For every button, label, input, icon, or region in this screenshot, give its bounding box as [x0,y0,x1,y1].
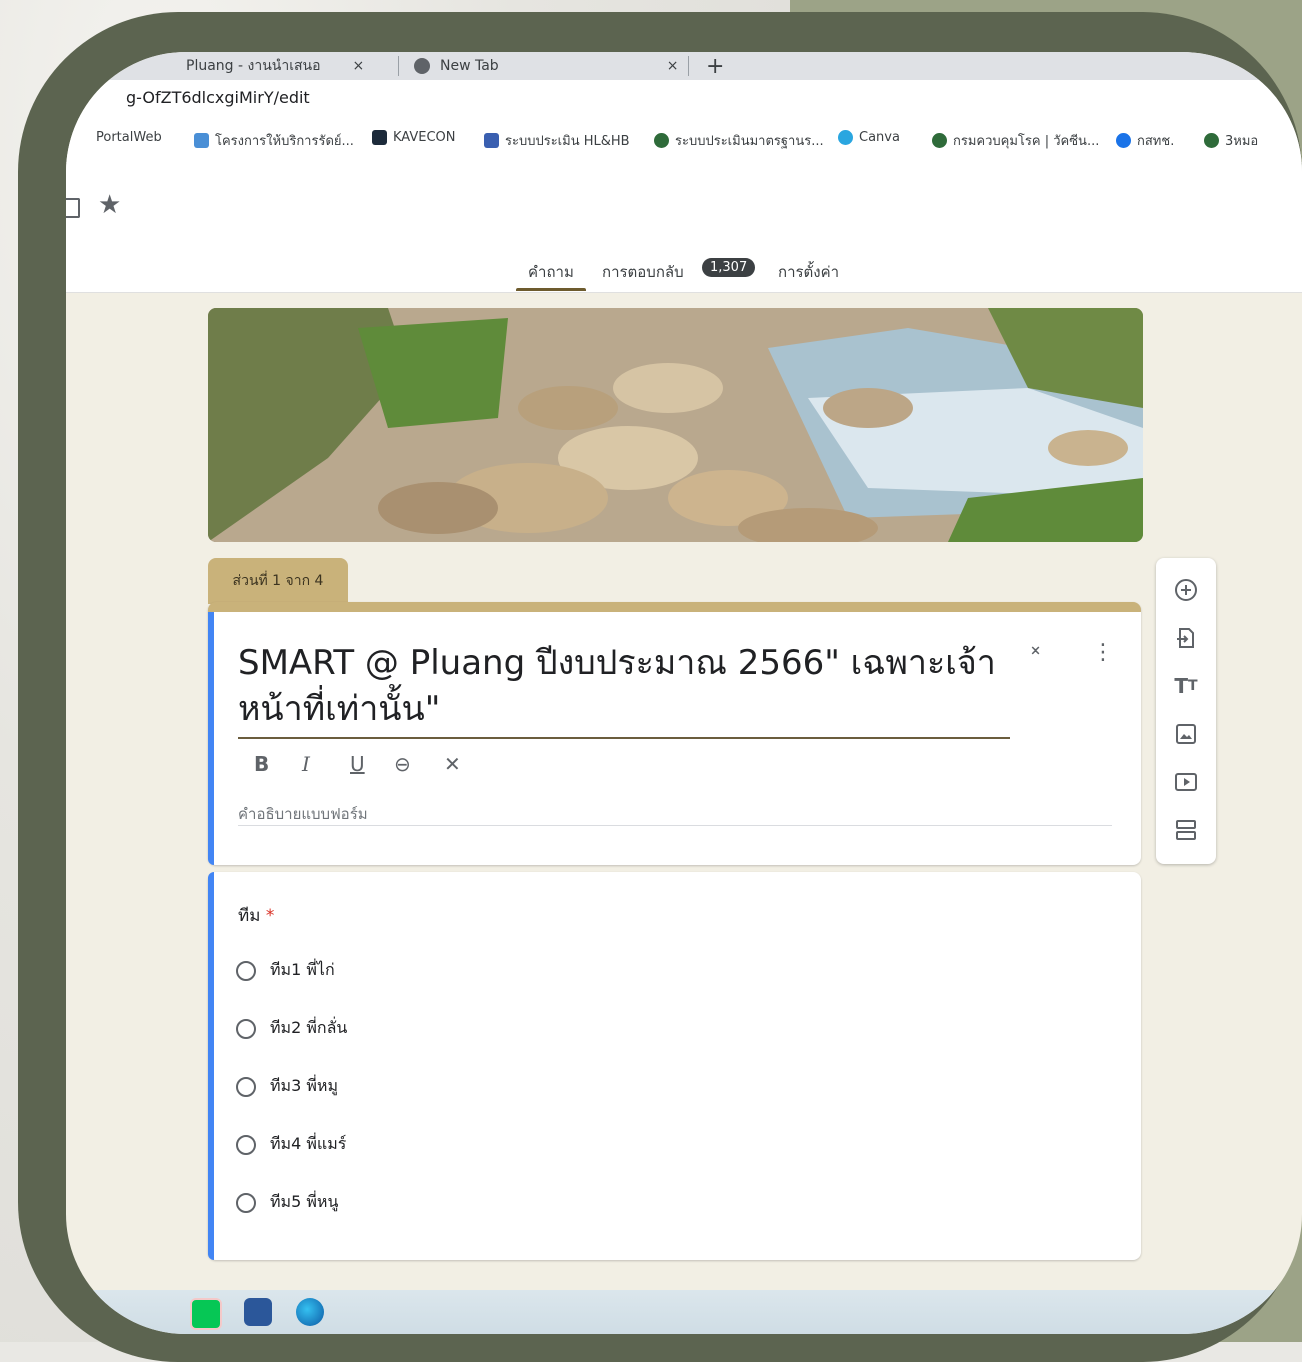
required-asterisk: * [265,906,275,926]
forms-header [66,162,1302,293]
browser-tab-bar: Pluang - งานนำเสนอ × New Tab × + [66,52,1302,80]
responses-count-badge: 1,307 [702,258,756,277]
browser-tab[interactable]: Pluang - งานนำเสนอ × [186,52,364,80]
option-label: ทีม4 พี่แมร์ [270,1134,347,1153]
screen: Pluang - งานนำเสนอ × New Tab × + g-OfZT6… [66,52,1302,1334]
add-title-icon[interactable]: TT [1172,672,1200,700]
tab-divider [398,56,399,76]
address-bar[interactable]: g-OfZT6dlcxgiMirY/edit [66,80,1302,119]
line-app-icon[interactable] [190,1298,222,1330]
folder-icon[interactable] [66,198,80,218]
form-title[interactable]: SMART @ Pluang ปีงบประมาณ 2566" เฉพาะเจ้… [238,640,998,732]
bookmark-item[interactable]: Canva [838,130,900,145]
close-icon[interactable]: × [667,58,679,74]
clear-format-icon[interactable]: ✕ [444,752,461,776]
bookmark-item[interactable]: 3หมอ [1204,130,1258,151]
bookmark-icon [194,133,209,148]
tab-title: Pluang - งานนำเสนอ [186,58,321,74]
collapse-icon[interactable]: ⌄ ⌃ [1028,637,1043,667]
add-section-icon[interactable] [1172,816,1200,844]
word-app-icon[interactable] [244,1298,272,1326]
chat-icon [1116,133,1131,148]
radio-button[interactable] [236,1018,256,1039]
radio-option[interactable]: ทีม2 พี่กลั่น [236,1016,347,1041]
browser-tab[interactable]: New Tab × [414,52,678,80]
bold-button[interactable]: B [254,752,269,776]
add-question-icon[interactable] [1172,576,1200,604]
radio-option[interactable]: ทีม5 พี่หนู [236,1190,338,1215]
device-frame: Pluang - งานนำเสนอ × New Tab × + g-OfZT6… [18,12,1302,1362]
chrome-icon [414,58,430,74]
section-label: ส่วนที่ 1 จาก 4 [208,558,348,604]
question-card[interactable]: ทีม * ทีม1 พี่ไก่ ทีม2 พี่กลั่น ทีม3 พี่… [208,872,1141,1260]
tab-title: New Tab [440,58,499,74]
radio-button[interactable] [236,1076,256,1097]
bookmark-icon [372,130,387,145]
radio-button[interactable] [236,960,256,981]
bookmark-item[interactable]: กรมควบคุมโรค | วัคซีน... [932,130,1099,151]
radio-button[interactable] [236,1134,256,1155]
import-questions-icon[interactable] [1172,624,1200,652]
option-label: ทีม2 พี่กลั่น [270,1018,348,1037]
close-icon[interactable]: × [353,58,365,74]
edge-browser-icon[interactable] [296,1298,324,1326]
option-label: ทีม5 พี่หนู [270,1192,339,1211]
radio-option[interactable]: ทีม4 พี่แมร์ [236,1132,346,1157]
form-description-field[interactable]: คำอธิบายแบบฟอร์ม [238,802,368,826]
link-icon[interactable]: ⊖ [394,752,411,776]
bookmark-item[interactable]: PortalWeb [96,130,162,145]
question-toolbar: TT [1156,558,1216,864]
bookmark-item[interactable]: KAVECON [372,130,456,145]
title-underline [238,737,1010,739]
bookmark-item[interactable]: โครงการให้บริการรัดย์... [194,130,354,151]
tab-settings[interactable]: การตั้งค่า [778,260,839,284]
river-rocks-image [208,308,1143,542]
bookmark-item[interactable]: กสทช. [1116,130,1174,151]
bookmark-item[interactable]: ระบบประเมิน HL&HB [484,130,630,151]
bookmarks-bar: PortalWeb โครงการให้บริการรัดย์... KAVEC… [66,118,1302,163]
italic-button[interactable]: I [302,752,310,776]
underline-button[interactable]: U [350,752,365,776]
tab-responses[interactable]: การตอบกลับ [602,260,684,284]
active-tab-indicator [516,288,586,291]
radio-option[interactable]: ทีม1 พี่ไก่ [236,958,335,983]
tab-questions[interactable]: คำถาม [528,260,574,284]
tab-divider [688,56,689,76]
url-text: g-OfZT6dlcxgiMirY/edit [126,88,310,107]
option-label: ทีม3 พี่หมู [270,1076,338,1095]
new-tab-button[interactable]: + [706,52,724,80]
option-label: ทีม1 พี่ไก่ [270,960,335,979]
question-title: ทีม * [238,906,275,926]
more-vert-icon[interactable]: ⋮ [1092,640,1114,665]
bookmark-icon [1204,133,1219,148]
focus-indicator [208,872,214,1260]
header-image [208,308,1143,542]
form-title-card[interactable]: SMART @ Pluang ปีงบประมาณ 2566" เฉพาะเจ้… [208,602,1141,865]
canva-icon [838,130,853,145]
bookmark-item[interactable]: ระบบประเมินมาตรฐานร... [654,130,824,151]
add-video-icon[interactable] [1172,768,1200,796]
bookmark-icon [932,133,947,148]
description-underline [238,825,1112,826]
focus-indicator [208,612,214,865]
bookmark-icon [484,133,499,148]
star-icon[interactable]: ★ [98,190,121,220]
radio-option[interactable]: ทีม3 พี่หมู [236,1074,338,1099]
radio-button[interactable] [236,1192,256,1213]
bookmark-icon [654,133,669,148]
taskbar [66,1290,1302,1334]
add-image-icon[interactable] [1172,720,1200,748]
